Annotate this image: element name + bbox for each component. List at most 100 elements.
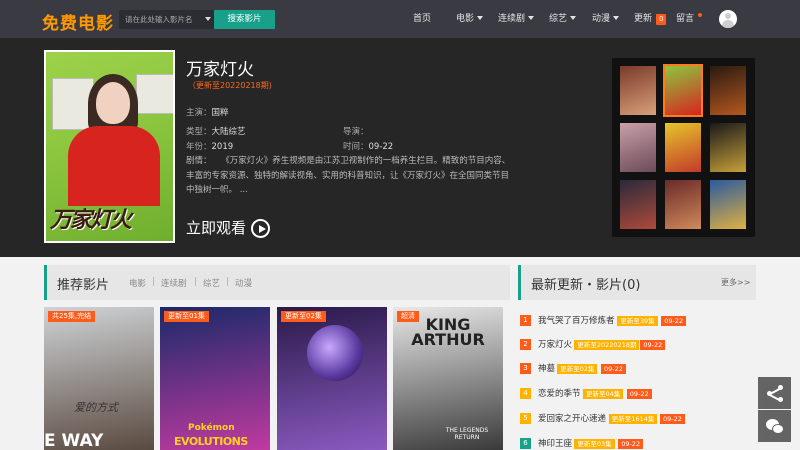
rank-number: 1 bbox=[520, 315, 531, 326]
card-status-badge: 更新至02集 bbox=[281, 311, 326, 322]
rank-number: 2 bbox=[520, 339, 531, 350]
wechat-button[interactable] bbox=[758, 410, 791, 442]
tab-separator: | bbox=[194, 277, 197, 287]
nav-series[interactable]: 连续剧 bbox=[498, 13, 535, 25]
poster-jacket bbox=[68, 126, 160, 206]
thumbnail-item[interactable] bbox=[665, 123, 701, 172]
date-tag: 09-22 bbox=[626, 389, 652, 399]
recommend-header: 推荐影片 电影 | 连续剧 | 综艺 | 动漫 bbox=[44, 265, 510, 300]
tab-movies[interactable]: 电影 bbox=[129, 277, 146, 289]
latest-item-title[interactable]: 万家灯火 bbox=[538, 338, 572, 352]
poster-title-art: 万家灯火 bbox=[50, 208, 132, 233]
update-tag: 更新至1614集 bbox=[608, 414, 658, 424]
date-tag: 09-22 bbox=[660, 414, 685, 424]
thumbnail-item[interactable] bbox=[710, 123, 746, 172]
card-subtitle-art: THE LEGENDS RETURN bbox=[445, 427, 489, 441]
planet-art bbox=[307, 325, 363, 381]
user-icon bbox=[725, 13, 731, 19]
update-count-badge: 0 bbox=[656, 14, 667, 25]
tab-series[interactable]: 连续剧 bbox=[161, 277, 187, 289]
card-subtitle-art: E WAY bbox=[44, 431, 104, 450]
card-status-badge: 共25集,完结 bbox=[48, 311, 96, 322]
card-status-badge: 更新至01集 bbox=[164, 311, 209, 322]
featured-director: 导演： bbox=[343, 127, 369, 137]
rank-number: 3 bbox=[520, 363, 531, 374]
site-logo[interactable]: 免费电影 bbox=[42, 9, 114, 34]
tab-separator: | bbox=[152, 277, 155, 287]
thumbnail-item[interactable] bbox=[710, 180, 746, 229]
tab-anime[interactable]: 动漫 bbox=[235, 277, 252, 289]
update-tag: 更新至39集 bbox=[617, 316, 658, 326]
nav-movies[interactable]: 电影 bbox=[456, 13, 484, 25]
search-box bbox=[119, 10, 215, 29]
latest-item-title[interactable]: 神墓 bbox=[538, 362, 555, 376]
date-tag: 09-22 bbox=[601, 364, 626, 374]
movie-card[interactable]: 更新至01集 Pokémon EVOLUTIONS bbox=[160, 307, 270, 450]
card-title-art: 爱的方式 bbox=[74, 401, 118, 414]
thumbnail-item[interactable] bbox=[620, 66, 656, 115]
user-icon-body bbox=[722, 20, 734, 28]
thumbnail-item[interactable] bbox=[710, 66, 746, 115]
nav-anime[interactable]: 动漫 bbox=[592, 13, 620, 25]
featured-type: 类型：大陆综艺 bbox=[186, 127, 246, 137]
card-subtitle-art: Pokémon bbox=[188, 423, 235, 433]
latest-item-title[interactable]: 我气哭了百万修炼者 bbox=[538, 314, 615, 328]
featured-cast: 主演：国粹 bbox=[186, 108, 229, 118]
movie-card[interactable]: 共25集,完结 爱的方式 E WAY bbox=[44, 307, 154, 450]
update-tag: 更新至03集 bbox=[574, 439, 615, 449]
update-tag: 更新至02集 bbox=[557, 364, 598, 374]
featured-poster[interactable]: 万家灯火 bbox=[44, 50, 175, 243]
thumbnail-grid bbox=[612, 58, 755, 237]
movie-card[interactable]: 更新至02集 bbox=[277, 307, 387, 450]
date-tag: 09-22 bbox=[640, 340, 666, 350]
tab-separator: | bbox=[226, 277, 229, 287]
watch-now-button[interactable]: 立即观看 bbox=[186, 217, 246, 238]
movie-card[interactable]: 超清 KING ARTHUR THE LEGENDS RETURN bbox=[393, 307, 503, 450]
rank-number: 5 bbox=[520, 413, 531, 424]
latest-item-title[interactable]: 爱回家之开心速递 bbox=[538, 412, 606, 426]
featured-time: 时间：09-22 bbox=[343, 142, 394, 152]
play-icon[interactable] bbox=[251, 219, 270, 238]
section-title-latest: 最新更新・影片(0) bbox=[531, 278, 641, 293]
nav-home[interactable]: 首页 bbox=[413, 13, 431, 25]
tab-variety[interactable]: 综艺 bbox=[203, 277, 220, 289]
update-tag: 更新至20220218期 bbox=[574, 340, 640, 350]
date-tag: 09-22 bbox=[661, 316, 687, 326]
update-tag: 更新至04集 bbox=[583, 389, 624, 399]
chevron-down-icon[interactable] bbox=[205, 17, 211, 21]
latest-item-title[interactable]: 神印王座 bbox=[538, 437, 572, 450]
date-tag: 09-22 bbox=[618, 439, 644, 449]
section-title-recommend: 推荐影片 bbox=[57, 278, 110, 293]
card-title-art: KING ARTHUR bbox=[411, 315, 485, 349]
nav-guestbook[interactable]: 留言 bbox=[676, 13, 694, 25]
more-link[interactable]: 更多>> bbox=[721, 277, 750, 288]
share-button[interactable] bbox=[758, 377, 791, 409]
latest-item-title[interactable]: 恋爱的季节 bbox=[538, 387, 581, 401]
search-button[interactable]: 搜索影片 bbox=[214, 10, 275, 29]
card-title-art: EVOLUTIONS bbox=[174, 435, 248, 448]
rank-number: 6 bbox=[520, 438, 531, 449]
nav-variety[interactable]: 综艺 bbox=[549, 13, 577, 25]
featured-synopsis: 剧情： 《万家灯火》养生视频是由江苏卫视制作的一档养生栏目。精致的节目内容、丰富的… bbox=[186, 156, 511, 195]
thumbnail-item[interactable] bbox=[663, 64, 703, 117]
latest-header: 最新更新・影片(0) 更多>> bbox=[518, 265, 756, 300]
thumbnail-item[interactable] bbox=[620, 180, 656, 229]
search-input[interactable] bbox=[119, 10, 199, 29]
chevron-down-icon bbox=[613, 15, 620, 20]
top-nav-bar: 免费电影 搜索影片 首页 电影 连续剧 综艺 动漫 更新0 留言 bbox=[0, 0, 800, 38]
poster-sign-right bbox=[136, 74, 173, 114]
featured-year: 年份：2019 bbox=[186, 142, 234, 152]
featured-update-status: （更新至20220218期) bbox=[188, 81, 272, 90]
poster-face bbox=[96, 82, 130, 124]
chevron-down-icon bbox=[477, 15, 484, 20]
play-triangle bbox=[259, 224, 266, 233]
featured-title[interactable]: 万家灯火 bbox=[186, 55, 254, 80]
chevron-down-icon bbox=[570, 15, 577, 20]
notification-dot bbox=[698, 13, 702, 17]
thumbnail-item[interactable] bbox=[665, 180, 701, 229]
user-avatar[interactable] bbox=[719, 10, 737, 28]
rank-number: 4 bbox=[520, 388, 531, 399]
thumbnail-item[interactable] bbox=[620, 123, 656, 172]
nav-updates[interactable]: 更新 0 bbox=[634, 13, 667, 25]
chevron-down-icon bbox=[528, 15, 535, 20]
